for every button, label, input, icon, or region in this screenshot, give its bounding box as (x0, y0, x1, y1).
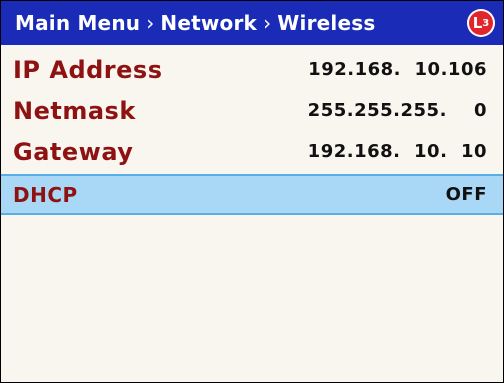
setting-value: 192.168. 10. 10 (307, 141, 487, 162)
setting-row-dhcp[interactable]: DHCP OFF (1, 174, 503, 215)
breadcrumb-separator: › (146, 11, 155, 35)
title-bar: Main Menu › Network › Wireless L3 (1, 1, 503, 45)
setting-row-ip-address[interactable]: IP Address 192.168. 10.106 (1, 49, 503, 90)
setting-label: Netmask (13, 96, 136, 125)
l3-logo-icon: L3 (467, 9, 495, 37)
setting-value: 192.168. 10.106 (308, 59, 487, 80)
logo-letter: L (472, 14, 483, 32)
breadcrumb-separator: › (263, 11, 272, 35)
setting-label: IP Address (13, 55, 163, 84)
breadcrumb: Main Menu › Network › Wireless (1, 11, 375, 35)
setting-row-gateway[interactable]: Gateway 192.168. 10. 10 (1, 131, 503, 172)
breadcrumb-main-menu[interactable]: Main Menu (15, 11, 140, 35)
setting-value: OFF (445, 184, 487, 205)
breadcrumb-wireless: Wireless (277, 11, 376, 35)
wireless-settings-screen: Main Menu › Network › Wireless L3 IP Add… (0, 0, 504, 383)
breadcrumb-network[interactable]: Network (160, 11, 257, 35)
setting-row-netmask[interactable]: Netmask 255.255.255. 0 (1, 90, 503, 131)
setting-label: Gateway (13, 137, 134, 166)
settings-list: IP Address 192.168. 10.106 Netmask 255.2… (1, 49, 503, 215)
setting-value: 255.255.255. 0 (307, 100, 487, 121)
setting-label: DHCP (13, 182, 78, 207)
logo-digit: 3 (482, 17, 490, 29)
